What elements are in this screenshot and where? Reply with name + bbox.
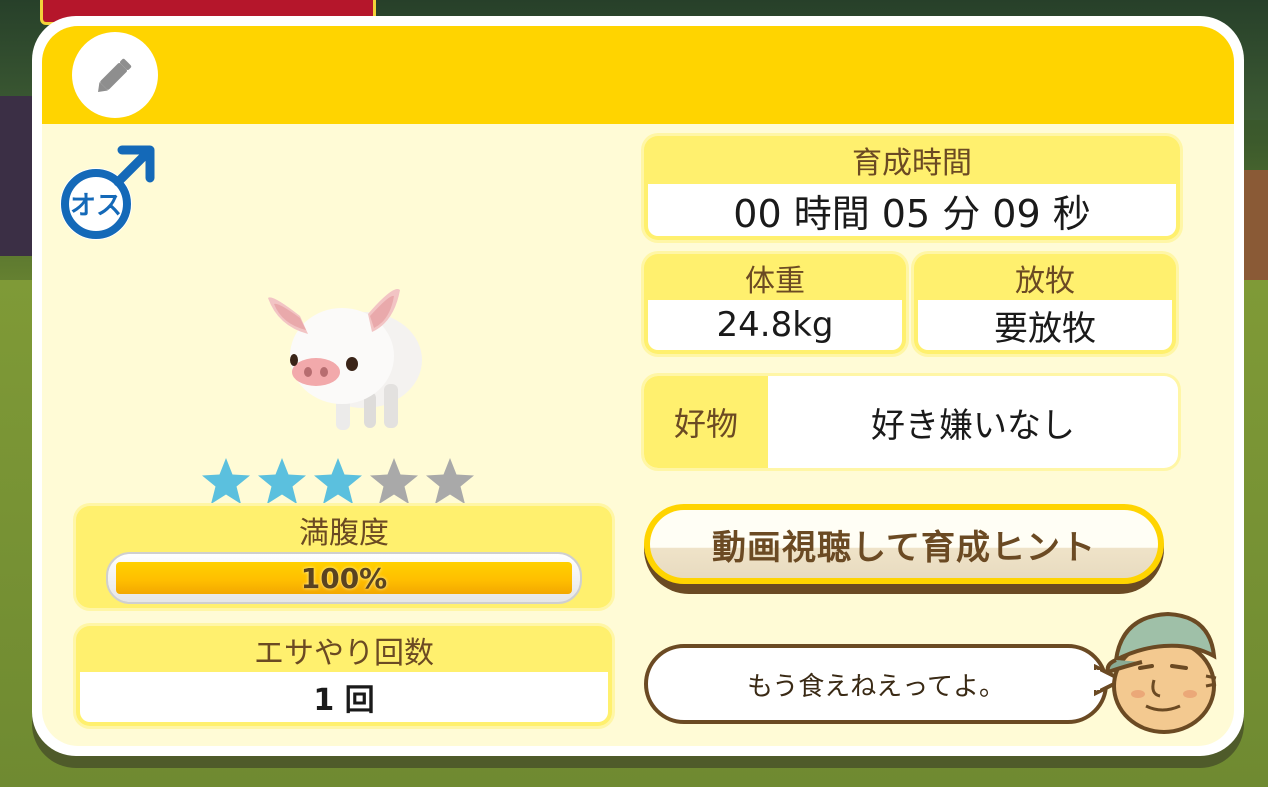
pig-character [268,289,422,430]
pencil-icon [98,58,132,92]
grazing-label: 放牧 [1015,264,1075,299]
weight-label: 体重 [745,264,805,299]
weight-value: 24.8kg [648,300,902,350]
farmer-avatar [1105,611,1217,734]
star-icon [314,458,362,504]
pet-status-panel: オス 満腹度 100% エサやり回数 1 回 育成時間 00 時間 05 分 0… [32,16,1244,756]
favorite-value: 好き嫌いなし [871,405,1075,446]
speech-bubble: もう食えねえってよ。 [644,644,1108,724]
growth-time-value: 00 時間 05 分 09 秒 [648,184,1176,236]
feed-count-value: 1 回 [80,672,608,722]
favorite-label: 好物 [644,376,768,468]
hunger-label: 満腹度 [299,516,389,551]
edit-name-button[interactable] [72,32,158,118]
growth-time-box: 育成時間 00 時間 05 分 09 秒 [644,136,1180,240]
feed-count-box: エサやり回数 1 回 [76,626,612,726]
weight-box: 体重 24.8kg [644,254,906,354]
male-symbol-icon: オス [60,145,155,240]
star-empty-icon [370,458,418,504]
video-hint-button[interactable]: 動画視聴して育成ヒント [644,504,1164,594]
star-empty-icon [426,458,474,504]
star-icon [258,458,306,504]
panel-header [42,26,1234,124]
video-hint-button-face: 動画視聴して育成ヒント [644,504,1164,584]
hunger-box: 満腹度 100% [76,506,612,608]
favorite-food-box: 好物 好き嫌いなし [644,376,1178,468]
hunger-bar: 100% [106,552,582,604]
grazing-value: 要放牧 [918,300,1172,350]
grazing-box: 放牧 要放牧 [914,254,1176,354]
hunger-value: 100% [300,561,388,595]
star-icon [202,458,250,504]
video-hint-button-label: 動画視聴して育成ヒント [650,510,1158,578]
rating-stars [200,456,476,508]
growth-time-label: 育成時間 [852,146,972,181]
gender-label: オス [70,191,122,221]
feed-count-label: エサやり回数 [254,636,434,671]
